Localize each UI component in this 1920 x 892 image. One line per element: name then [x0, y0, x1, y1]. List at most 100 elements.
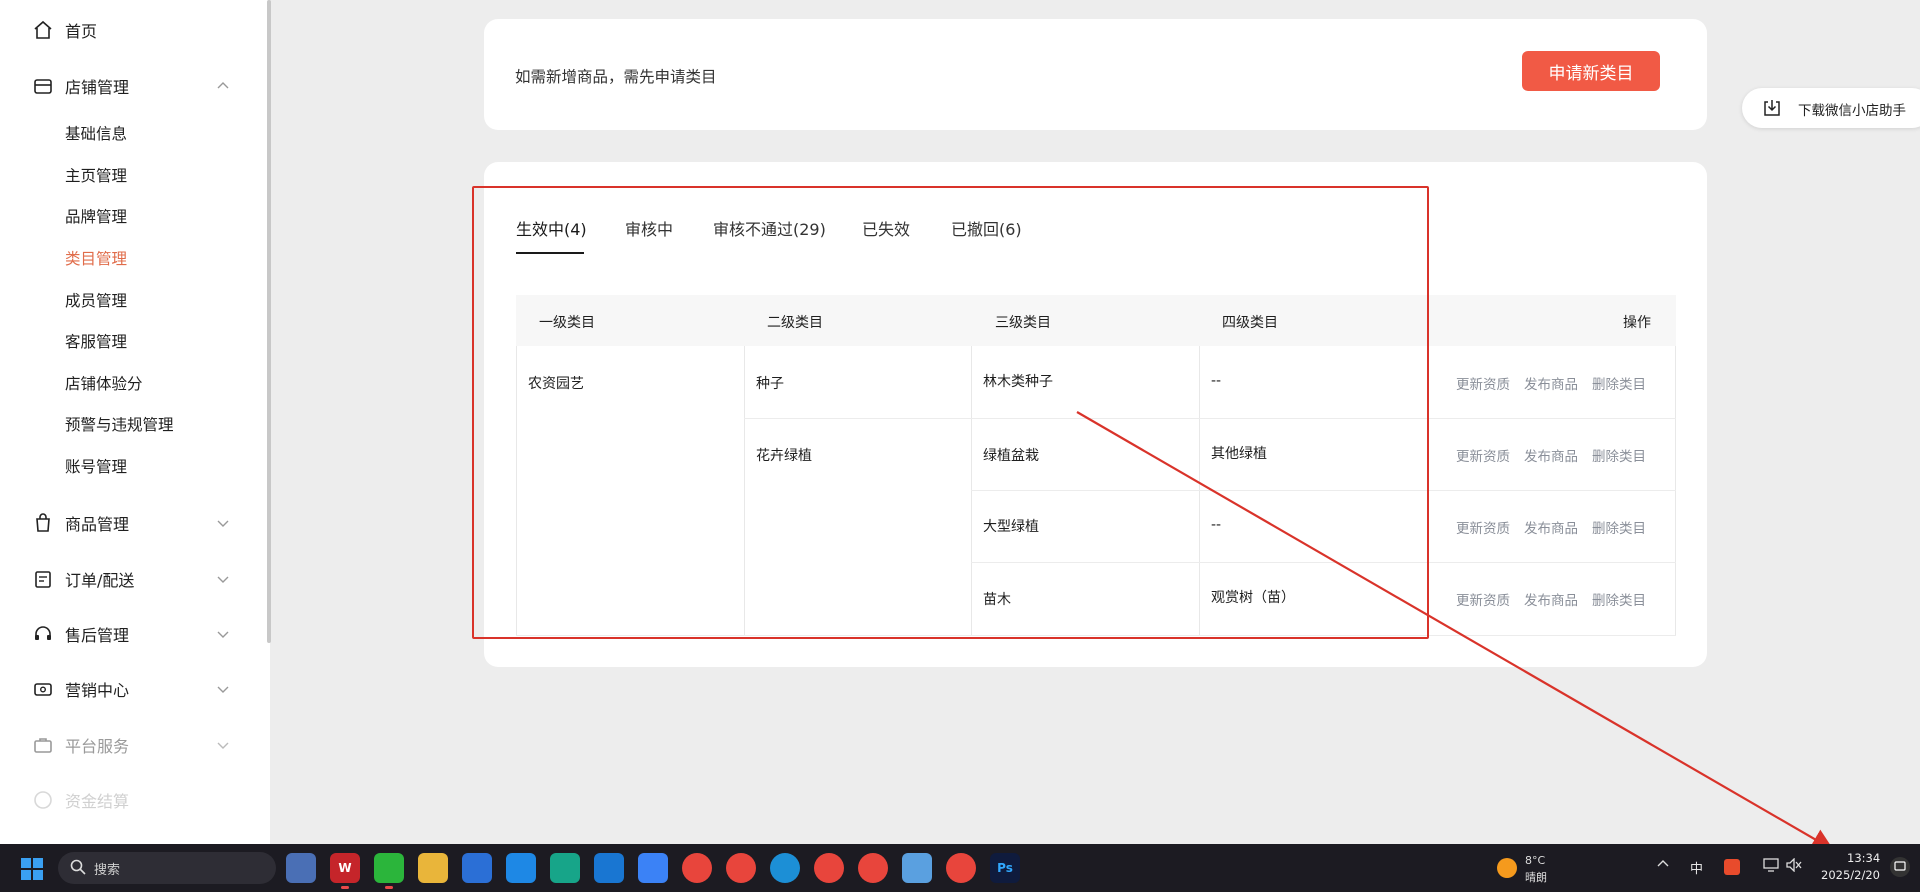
nav-product-management[interactable]: 商品管理	[0, 503, 270, 543]
app-icon[interactable]	[550, 853, 580, 883]
wechat-icon[interactable]	[374, 853, 404, 889]
nav-platform-services[interactable]: 平台服务	[0, 725, 270, 765]
store-icon	[32, 75, 54, 97]
chrome-icon[interactable]	[946, 853, 976, 883]
nav-funds-label: 资金结算	[65, 792, 130, 811]
search-icon	[70, 859, 86, 879]
sidebar-item-violations[interactable]: 预警与违规管理	[65, 413, 174, 437]
cell-level4: 观赏树（苗）	[1211, 590, 1295, 606]
tab-reviewing[interactable]: 审核中	[625, 216, 673, 240]
update-qualification-link[interactable]: 更新资质	[1456, 373, 1510, 393]
shopping-bag-icon	[32, 512, 54, 534]
grid-line	[971, 346, 972, 636]
cell-level3: 林木类种子	[983, 374, 1053, 390]
nav-after-sales[interactable]: 售后管理	[0, 614, 270, 654]
sidebar-item-brand[interactable]: 品牌管理	[65, 205, 127, 229]
chevron-up-icon	[215, 78, 231, 94]
apply-new-category-button[interactable]: 申请新类目	[1522, 51, 1660, 91]
app-icon[interactable]	[506, 853, 536, 883]
sidebar-item-members[interactable]: 成员管理	[65, 289, 127, 313]
ime-indicator[interactable]: 中	[1690, 858, 1703, 877]
tab-withdrawn[interactable]: 已撤回(6)	[951, 216, 1022, 240]
weather-condition: 晴朗	[1525, 871, 1547, 884]
category-list-card: 生效中(4) 审核中 审核不通过(29) 已失效 已撤回(6) 一级类目 二级类…	[484, 162, 1707, 667]
chrome-icon[interactable]	[726, 853, 756, 883]
weather-temp: 8°C	[1525, 854, 1546, 867]
sidebar-item-homepage[interactable]: 主页管理	[65, 164, 127, 188]
sidebar-scrollbar[interactable]	[267, 0, 271, 643]
grid-line	[516, 346, 517, 636]
chevron-down-icon	[215, 737, 231, 753]
nav-home[interactable]: 首页	[0, 10, 270, 50]
grid-line	[744, 418, 1676, 419]
delete-category-link[interactable]: 删除类目	[1592, 445, 1646, 465]
nav-after-sales-label: 售后管理	[65, 626, 130, 645]
home-icon	[32, 19, 54, 41]
publish-product-link[interactable]: 发布商品	[1524, 445, 1578, 465]
tab-rejected[interactable]: 审核不通过(29)	[713, 216, 826, 240]
sidebar-item-experience-score[interactable]: 店铺体验分	[65, 372, 143, 396]
category-notice-text: 如需新增商品，需先申请类目	[515, 68, 717, 86]
chrome-icon[interactable]	[858, 853, 888, 883]
header-level4: 四级类目	[1222, 315, 1278, 331]
notification-icon[interactable]	[1890, 857, 1910, 877]
chrome-icon[interactable]	[814, 853, 844, 883]
download-icon	[1762, 98, 1782, 122]
sogou-icon[interactable]	[1724, 859, 1740, 875]
delete-category-link[interactable]: 删除类目	[1592, 517, 1646, 537]
nav-shop-management[interactable]: 店铺管理	[0, 66, 270, 106]
cell-level3: 绿植盆栽	[983, 448, 1039, 464]
table-header: 一级类目 二级类目 三级类目 四级类目 操作	[516, 295, 1676, 346]
header-level3: 三级类目	[995, 315, 1051, 331]
network-icon[interactable]	[1763, 858, 1779, 876]
app-icon[interactable]	[594, 853, 624, 883]
download-helper-button[interactable]: 下载微信小店助手	[1742, 88, 1920, 128]
cell-level4: --	[1211, 517, 1222, 533]
grid-line	[1427, 346, 1428, 636]
notepad-icon[interactable]	[902, 853, 932, 883]
chevron-down-icon	[215, 626, 231, 642]
active-tab-indicator	[516, 252, 584, 254]
grid-line	[1199, 346, 1200, 636]
volume-muted-icon[interactable]	[1786, 857, 1802, 876]
tab-active[interactable]: 生效中(4)	[516, 216, 587, 240]
grid-line	[1675, 346, 1676, 636]
chevron-up-icon[interactable]	[1657, 858, 1669, 874]
sidebar-item-category[interactable]: 类目管理	[65, 247, 127, 271]
cell-level4: 其他绿植	[1211, 446, 1267, 462]
sidebar-item-account[interactable]: 账号管理	[65, 455, 127, 479]
publish-product-link[interactable]: 发布商品	[1524, 517, 1578, 537]
headset-icon	[32, 623, 54, 645]
app-icon[interactable]	[638, 853, 668, 883]
sidebar-item-customer-service[interactable]: 客服管理	[65, 330, 127, 354]
nav-orders[interactable]: 订单/配送	[0, 559, 270, 599]
nav-marketing[interactable]: 营销中心	[0, 669, 270, 709]
edge-icon[interactable]	[770, 853, 800, 883]
update-qualification-link[interactable]: 更新资质	[1456, 589, 1510, 609]
photoshop-icon[interactable]: Ps	[990, 853, 1020, 883]
publish-product-link[interactable]: 发布商品	[1524, 589, 1578, 609]
taskbar-search-box[interactable]: 搜索	[58, 852, 276, 884]
clock-time[interactable]: 13:34	[1847, 851, 1880, 865]
app-icon[interactable]	[286, 853, 316, 883]
chevron-down-icon	[215, 681, 231, 697]
nav-funds-settlement[interactable]: 资金结算	[0, 780, 270, 820]
delete-category-link[interactable]: 删除类目	[1592, 373, 1646, 393]
grid-line	[744, 346, 745, 636]
publish-product-link[interactable]: 发布商品	[1524, 373, 1578, 393]
header-actions: 操作	[1623, 315, 1651, 331]
windows-start-icon[interactable]	[20, 857, 43, 880]
delete-category-link[interactable]: 删除类目	[1592, 589, 1646, 609]
update-qualification-link[interactable]: 更新资质	[1456, 445, 1510, 465]
app-icon[interactable]	[462, 853, 492, 883]
wps-icon[interactable]: W	[330, 853, 360, 889]
clipboard-icon	[32, 568, 54, 590]
sidebar: 首页 店铺管理 基础信息 主页管理 品牌管理 类目管理 成员管理 客服管理 店铺…	[0, 0, 270, 844]
chrome-icon[interactable]	[682, 853, 712, 883]
update-qualification-link[interactable]: 更新资质	[1456, 517, 1510, 537]
sidebar-item-basic-info[interactable]: 基础信息	[65, 122, 127, 146]
category-table: 一级类目 二级类目 三级类目 四级类目 操作 农资园艺 种子 花卉绿植 林木类种…	[516, 295, 1676, 636]
clock-date[interactable]: 2025/2/20	[1821, 868, 1880, 882]
folder-icon[interactable]	[418, 853, 448, 883]
tab-expired[interactable]: 已失效	[862, 216, 910, 240]
